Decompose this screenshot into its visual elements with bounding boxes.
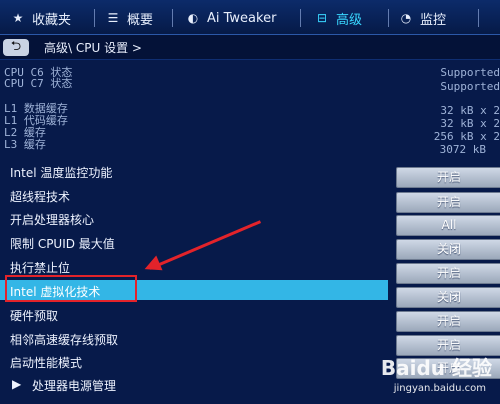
breadcrumb-path: 高级\ CPU 设置 >: [44, 41, 142, 55]
monitor-icon: ◔: [400, 11, 412, 25]
tweaker-icon: ◐: [187, 11, 199, 25]
setting-label: 执行禁止位: [10, 261, 71, 275]
tab-separator: [172, 9, 173, 27]
tab-overview-label: 概要: [127, 12, 154, 28]
setting-label: 硬件预取: [10, 309, 59, 323]
tab-overview[interactable]: ☰ 概要: [105, 8, 153, 28]
watermark-logo: Baidu 经验: [380, 356, 492, 380]
tab-separator: [478, 9, 479, 27]
advanced-icon: ⊟: [316, 11, 328, 25]
setting-label: 开启处理器核心: [10, 213, 95, 227]
back-button[interactable]: ⮌: [3, 39, 29, 56]
tab-monitor[interactable]: ◔ 监控: [398, 8, 446, 28]
info-value: Supported: [440, 80, 500, 93]
tab-favorites-label: 收藏夹: [32, 12, 72, 28]
info-label: L3 缓存: [4, 138, 46, 151]
watermark-url: jingyan.baidu.com: [393, 383, 486, 394]
setting-label: 启动性能模式: [10, 356, 83, 370]
tab-ai-tweaker-label: Ai Tweaker: [207, 10, 277, 26]
info-value: 3072 kB: [439, 143, 486, 156]
setting-label: 超线程技术: [10, 190, 71, 204]
tab-monitor-label: 监控: [420, 12, 447, 28]
back-arrow-icon: ⮌: [10, 38, 22, 54]
tab-separator: [300, 9, 301, 27]
info-value: Supported: [440, 66, 500, 79]
tab-separator: [388, 9, 389, 27]
info-value: 32 kB x 2: [440, 104, 500, 117]
top-menu-bar: ★ 收藏夹 ☰ 概要 ◐ Ai Tweaker ⊟ 高级 ◔ 监控: [0, 0, 500, 35]
setting-label: 处理器电源管理: [32, 379, 117, 393]
tab-advanced-label: 高级: [336, 12, 363, 28]
tab-ai-tweaker[interactable]: ◐ Ai Tweaker: [185, 8, 277, 28]
info-value: 256 kB x 2: [433, 130, 500, 143]
list-icon: ☰: [107, 11, 119, 25]
submenu-arrow-icon: ▶: [12, 377, 22, 391]
setting-label: Intel 温度监控功能: [10, 166, 113, 180]
info-label: CPU C7 状态: [4, 77, 73, 90]
info-value: 32 kB x 2: [440, 117, 500, 130]
star-icon: ★: [12, 11, 24, 25]
setting-label: 限制 CPUID 最大值: [10, 237, 115, 251]
tab-separator: [94, 9, 95, 27]
tab-favorites[interactable]: ★ 收藏夹: [10, 8, 71, 28]
setting-label: 相邻高速缓存线预取: [10, 333, 119, 347]
tab-advanced[interactable]: ⊟ 高级: [314, 8, 362, 28]
annotation-highlight-box: [5, 275, 137, 302]
